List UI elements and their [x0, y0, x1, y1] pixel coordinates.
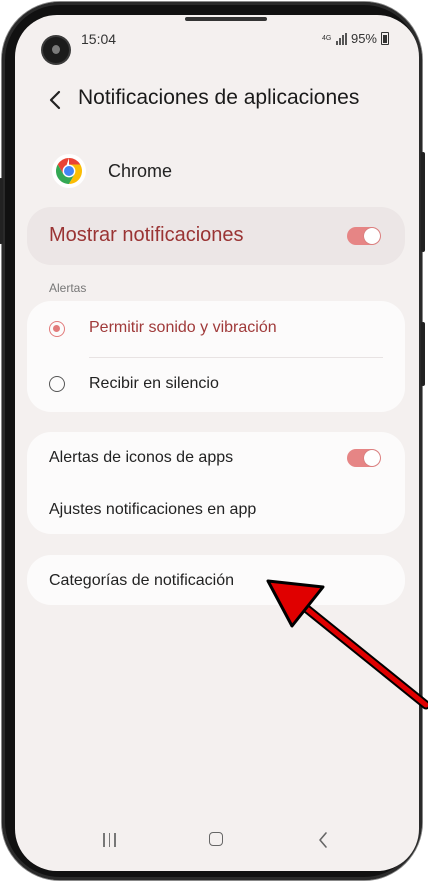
- power-button: [421, 152, 425, 252]
- alert-option-label: Permitir sonido y vibración: [89, 319, 277, 336]
- screen: 15:04 4G 95% Notificaciones de aplicacio…: [15, 15, 419, 871]
- home-icon[interactable]: [209, 832, 223, 846]
- battery-icon: [381, 32, 389, 45]
- status-bar: 15:04 4G 95%: [15, 15, 419, 63]
- back-icon[interactable]: [317, 831, 329, 849]
- battery-text: 95%: [350, 31, 377, 46]
- icon-badges-label: Alertas de iconos de apps: [49, 449, 234, 466]
- notification-categories-row[interactable]: Categorías de notificación: [27, 555, 405, 605]
- in-app-settings-row[interactable]: Ajustes notificaciones en app: [27, 484, 405, 534]
- page-title: Notificaciones de aplicaciones: [78, 86, 360, 109]
- alert-option-label: Recibir en silencio: [89, 375, 219, 392]
- navigation-bar: [15, 813, 419, 871]
- side-button: [421, 322, 425, 386]
- app-name: Chrome: [108, 161, 173, 181]
- show-notifications-toggle[interactable]: [347, 227, 381, 245]
- toggle-knob: [364, 450, 380, 466]
- notification-categories-label: Categorías de notificación: [49, 572, 234, 589]
- status-indicators: 4G 95%: [322, 31, 389, 46]
- radio-selected-icon[interactable]: [49, 321, 65, 337]
- alert-option-sound[interactable]: Permitir sonido y vibración: [27, 301, 405, 357]
- icon-badges-row[interactable]: Alertas de iconos de apps: [27, 432, 405, 484]
- toggle-knob: [364, 228, 380, 244]
- chevron-left-icon[interactable]: [45, 89, 67, 111]
- show-notifications-row[interactable]: Mostrar notificaciones: [27, 207, 405, 265]
- chrome-icon: [52, 154, 86, 188]
- in-app-settings-label: Ajustes notificaciones en app: [49, 501, 257, 518]
- alert-option-silent[interactable]: Recibir en silencio: [27, 357, 405, 412]
- icon-badges-toggle[interactable]: [347, 449, 381, 467]
- alerts-card: Permitir sonido y vibración Recibir en s…: [27, 301, 405, 412]
- network-label: 4G: [321, 35, 332, 42]
- phone-frame: 15:04 4G 95% Notificaciones de aplicacio…: [0, 2, 425, 880]
- header: Notificaciones de aplicaciones: [15, 81, 419, 121]
- alerts-section-label: Alertas: [49, 281, 87, 295]
- volume-button: [0, 178, 3, 244]
- icons-settings-card: Alertas de iconos de apps Ajustes notifi…: [27, 432, 405, 534]
- radio-unselected-icon[interactable]: [49, 376, 65, 392]
- status-time: 15:04: [81, 31, 117, 47]
- show-notifications-label: Mostrar notificaciones: [49, 224, 244, 246]
- app-row: Chrome: [15, 149, 419, 193]
- signal-icon: [335, 32, 347, 45]
- front-camera: [43, 37, 69, 63]
- recent-apps-icon[interactable]: [103, 833, 116, 847]
